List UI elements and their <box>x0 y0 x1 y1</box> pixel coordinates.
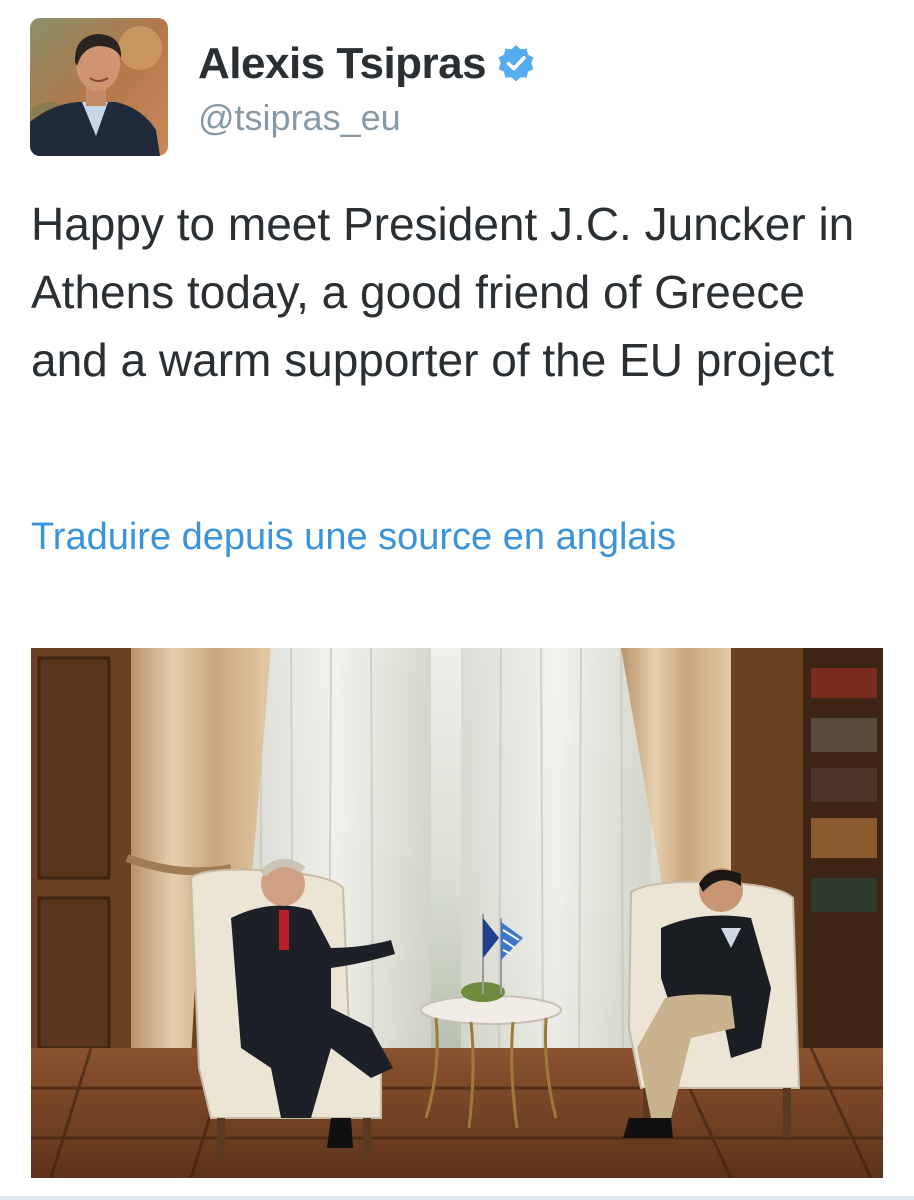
meeting-photo-image <box>31 648 883 1178</box>
tweet-text: Happy to meet President J.C. Juncker in … <box>31 198 855 386</box>
author-handle[interactable]: @tsipras_eu <box>198 97 401 139</box>
avatar-image <box>30 18 168 156</box>
author-name-row[interactable]: Alexis Tsipras <box>198 36 536 92</box>
tweet-photo[interactable] <box>31 648 883 1178</box>
verified-badge-icon <box>498 45 534 82</box>
translate-link[interactable]: Traduire depuis une source en anglais <box>31 516 676 559</box>
bottom-divider <box>0 1196 914 1200</box>
author-display-name[interactable]: Alexis Tsipras <box>198 39 487 89</box>
author-avatar[interactable] <box>30 18 168 156</box>
